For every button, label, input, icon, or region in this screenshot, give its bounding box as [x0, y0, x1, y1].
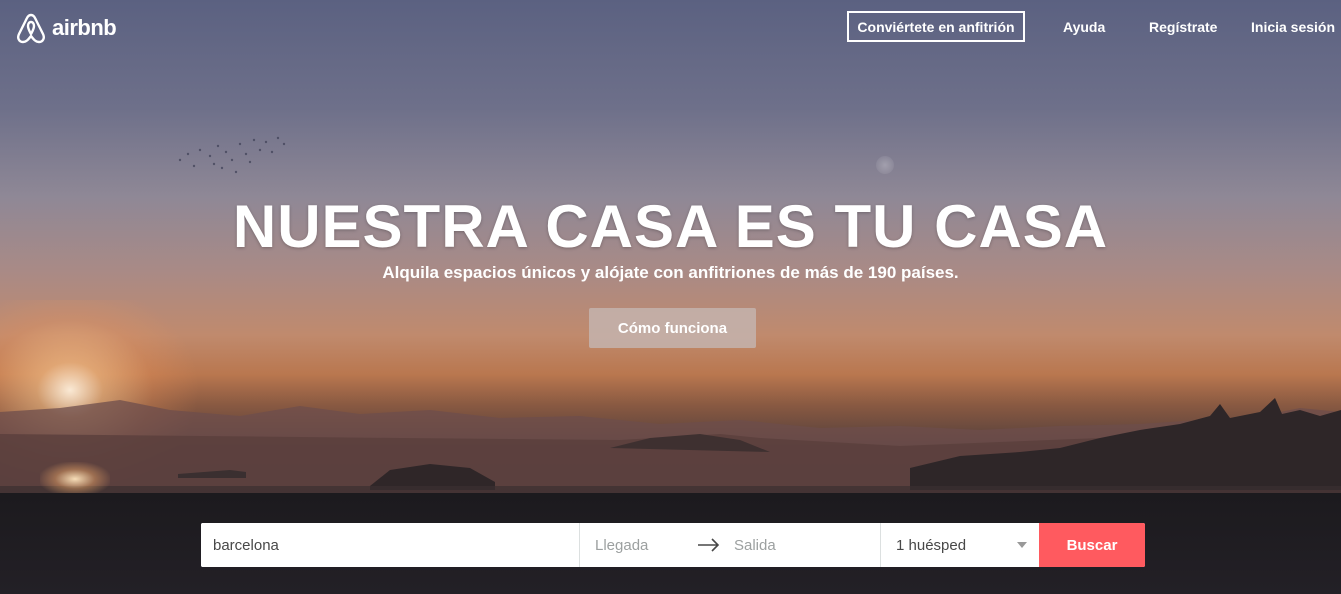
logo-text: airbnb	[52, 15, 117, 40]
date-range: Llegada Salida	[580, 523, 881, 567]
lens-flare	[876, 156, 894, 174]
help-link[interactable]: Ayuda	[1063, 19, 1105, 35]
hero-headline: NUESTRA CASA ES TU CASA	[232, 193, 1109, 260]
guests-value: 1 huésped	[896, 536, 967, 554]
become-host-button[interactable]: Conviértete en anfitrión	[847, 11, 1025, 42]
arrow-right-icon	[698, 538, 720, 552]
how-it-works-button[interactable]: Cómo funciona	[589, 308, 756, 348]
birds-icon	[178, 136, 286, 174]
airbnb-belo-icon	[17, 13, 45, 44]
hero-subheadline: Alquila espacios únicos y alójate con an…	[382, 263, 959, 282]
bay-skyline	[0, 398, 1341, 493]
login-link[interactable]: Inicia sesión	[1251, 19, 1335, 35]
chevron-down-icon	[1017, 542, 1027, 548]
signup-link[interactable]: Regístrate	[1149, 19, 1217, 35]
checkin-field[interactable]: Llegada	[580, 537, 698, 554]
sun-reflection	[40, 462, 110, 493]
search-bar: Llegada Salida 1 huésped Buscar	[201, 523, 1145, 567]
logo[interactable]: airbnb	[16, 11, 117, 45]
location-input[interactable]	[201, 523, 580, 567]
guests-select[interactable]: 1 huésped	[881, 523, 1039, 567]
search-button[interactable]: Buscar	[1039, 523, 1145, 567]
checkout-field[interactable]: Salida	[734, 537, 880, 554]
